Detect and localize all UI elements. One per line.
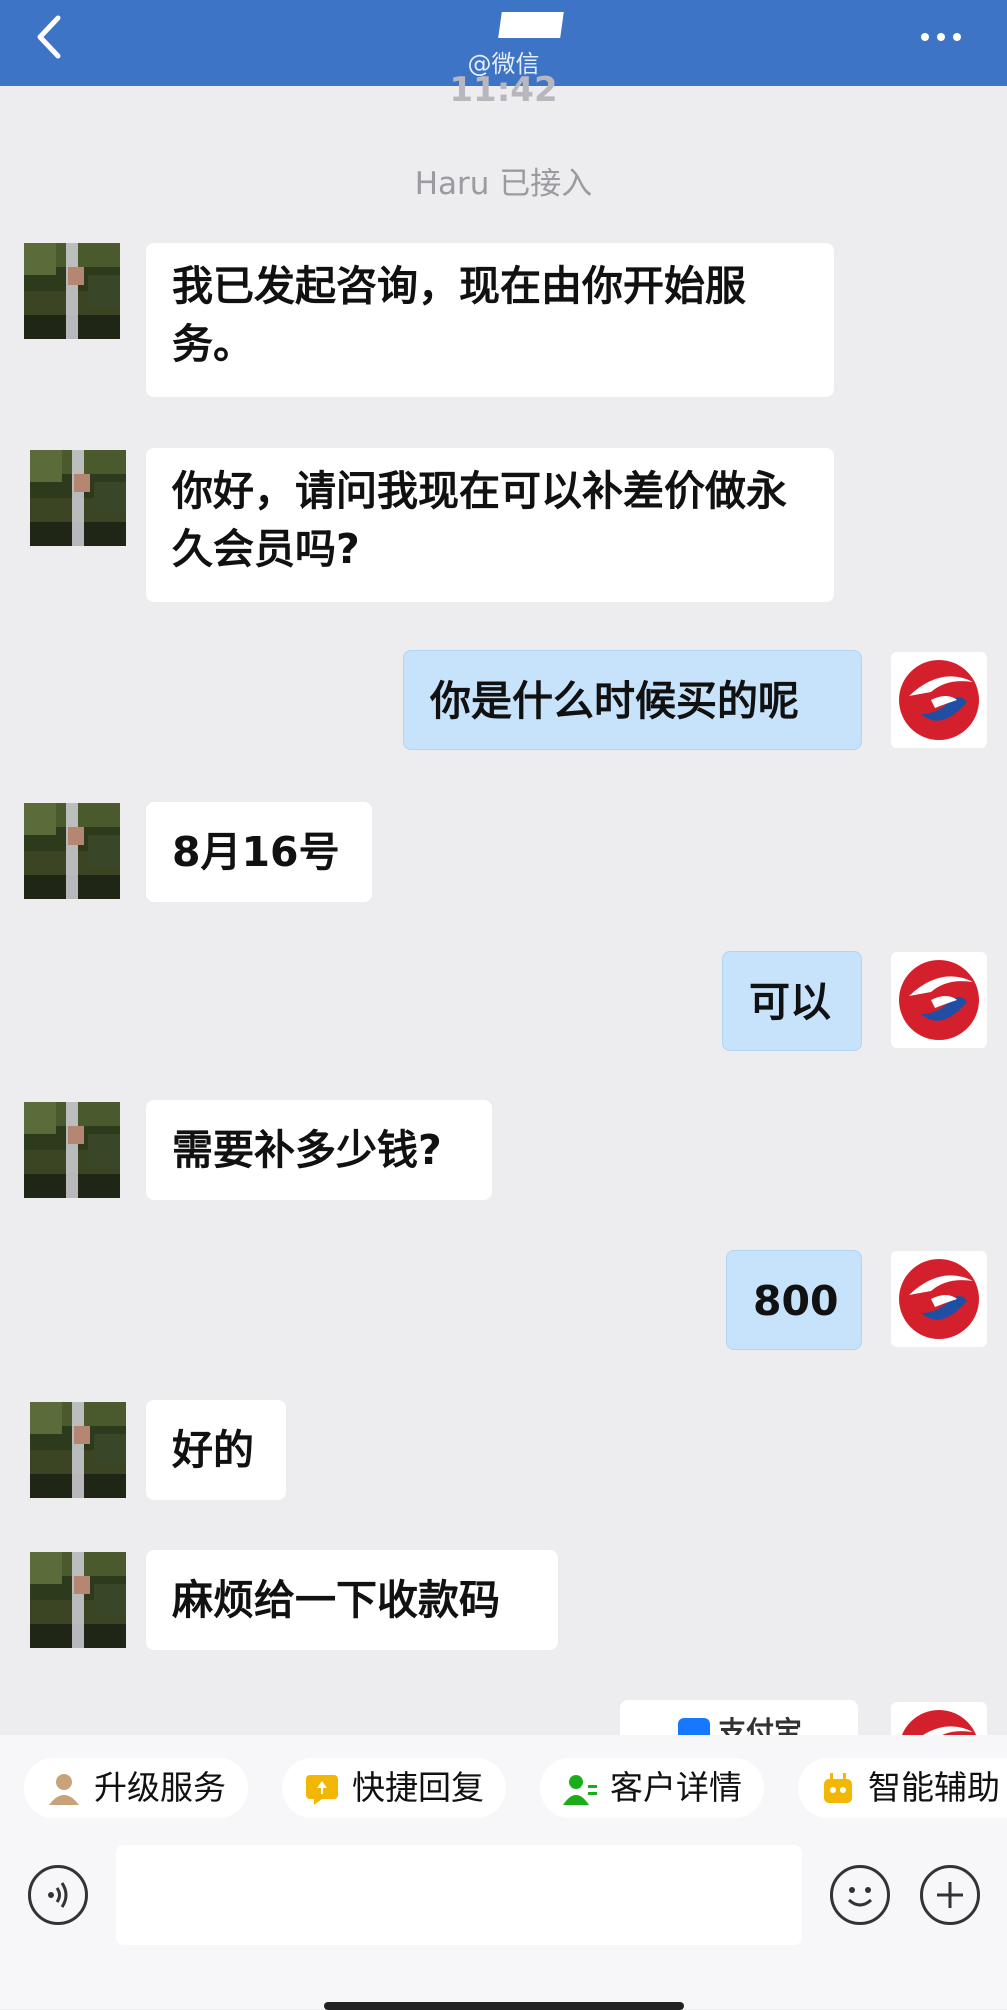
incoming-message: 好的 xyxy=(146,1400,286,1500)
emoji-icon[interactable] xyxy=(830,1865,890,1925)
customer-detail-icon xyxy=(563,1775,597,1805)
agent-logo-avatar[interactable] xyxy=(891,952,987,1048)
plus-icon[interactable] xyxy=(920,1865,980,1925)
chip-label: 智能辅助 xyxy=(868,1768,1000,1807)
user-upgrade-icon xyxy=(49,1774,79,1805)
incoming-message: 麻烦给一下收款码 xyxy=(146,1550,558,1650)
quick-reply-icon xyxy=(306,1775,338,1805)
quick-action-bar: 升级服务 快捷回复 客户详情 智能辅助 xyxy=(0,1735,1007,1845)
customer-detail-chip[interactable]: 客户详情 xyxy=(540,1758,764,1818)
chat-title-redacted xyxy=(498,12,564,38)
customer-avatar[interactable] xyxy=(30,1552,126,1648)
agent-logo-avatar[interactable] xyxy=(891,1251,987,1347)
more-horizontal-icon[interactable] xyxy=(921,26,971,46)
outgoing-message: 可以 xyxy=(722,951,862,1051)
upgrade-service-chip[interactable]: 升级服务 xyxy=(24,1758,248,1818)
customer-avatar[interactable] xyxy=(24,243,120,339)
chip-label: 客户详情 xyxy=(610,1768,742,1807)
message-text-input[interactable] xyxy=(116,1845,802,1945)
incoming-message: 我已发起咨询，现在由你开始服务。 xyxy=(146,243,834,397)
agent-logo-avatar[interactable] xyxy=(891,652,987,748)
incoming-message: 需要补多少钱? xyxy=(146,1100,492,1200)
customer-avatar[interactable] xyxy=(24,803,120,899)
message-input-bar xyxy=(0,1845,1007,2009)
incoming-message: 8月16号 xyxy=(146,802,372,902)
smart-assist-icon xyxy=(824,1773,852,1803)
voice-icon[interactable] xyxy=(28,1865,88,1925)
smart-assist-chip[interactable]: 智能辅助 xyxy=(798,1758,1007,1818)
customer-avatar[interactable] xyxy=(30,1402,126,1498)
chip-label: 升级服务 xyxy=(94,1768,226,1807)
system-notice: Haru 已接入 xyxy=(414,166,593,202)
customer-avatar[interactable] xyxy=(24,1102,120,1198)
message-timestamp: 11:42 xyxy=(449,70,558,106)
outgoing-message: 800 xyxy=(726,1250,862,1350)
customer-avatar[interactable] xyxy=(30,450,126,546)
quick-reply-chip[interactable]: 快捷回复 xyxy=(282,1758,506,1818)
chip-label: 快捷回复 xyxy=(352,1768,484,1807)
incoming-message: 你好，请问我现在可以补差价做永久会员吗? xyxy=(146,448,834,602)
outgoing-message: 你是什么时候买的呢 xyxy=(403,650,862,750)
